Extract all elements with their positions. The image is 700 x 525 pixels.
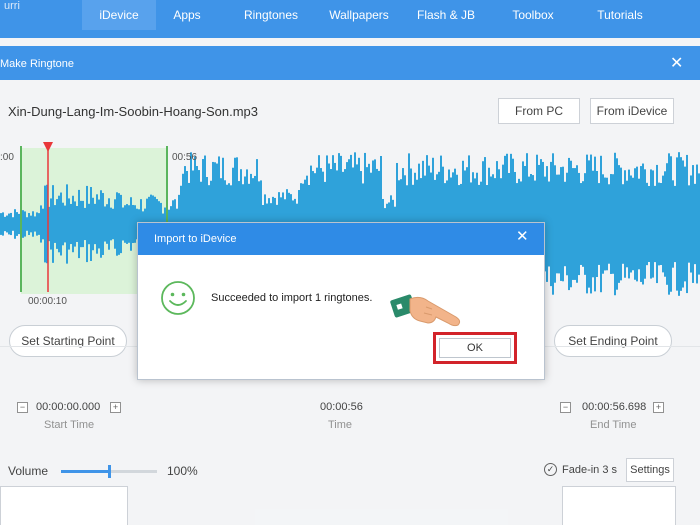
dialog-close-icon[interactable]: ✕ [516,227,529,245]
dialog-title-bar: Import to iDevice ✕ [138,223,544,255]
dialog-title: Import to iDevice [154,233,237,245]
import-dialog: Import to iDevice ✕ Succeeded to import … [137,222,545,380]
smiley-icon [161,281,195,315]
dialog-message: Succeeded to import 1 ringtones. [211,292,373,304]
ok-highlight-box: OK [433,332,517,364]
pointing-hand-icon [390,294,461,327]
button-label: OK [467,342,483,354]
app-window: urri iDevice Apps Ringtones Wallpapers F… [0,0,700,525]
ok-button[interactable]: OK [439,338,511,358]
